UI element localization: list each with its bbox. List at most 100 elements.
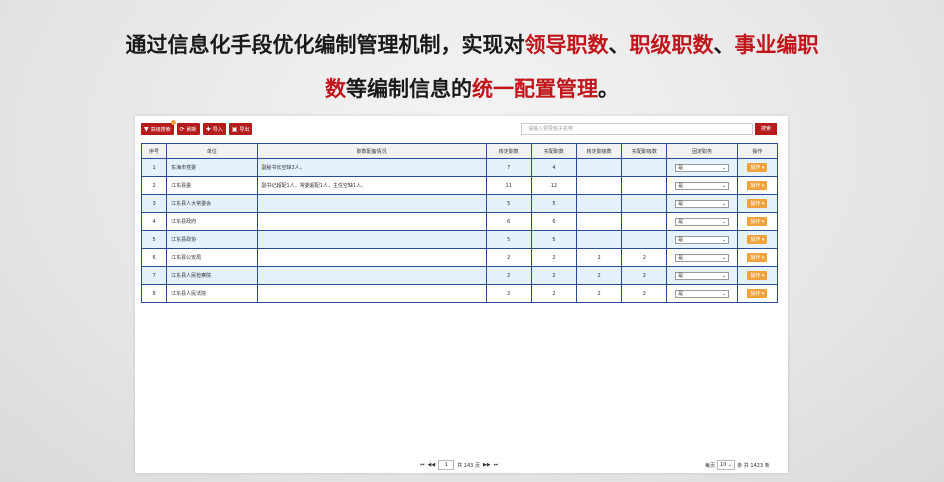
column-header: 操作 — [736, 143, 779, 159]
cell-fixed: 是 ⌄ — [666, 248, 738, 267]
app-panel: ▼ 高级搜索 ⟳ 刷新 ✚ 导入 ▣ 导出 请输入领导班子名称 搜索 序号 单位职… — [135, 116, 788, 473]
operation-button[interactable]: 操作 ▾ — [747, 217, 768, 226]
headline-segment: 领导职数 — [524, 33, 609, 57]
fixed-position-value: 是 — [678, 237, 684, 243]
cell-actual: 2 — [530, 266, 578, 285]
table-row: 2 江东县委 副书记超配1人，常委超配1人，主任空缺1人。 11 12 是 ⌄ 操作 ▾ — [140, 176, 779, 195]
next-page-icon[interactable]: ▶▶ — [483, 462, 491, 468]
plus-icon: ✚ — [205, 125, 211, 133]
operation-button[interactable]: 操作 ▾ — [747, 271, 768, 280]
operation-button[interactable]: 操作 ▾ — [747, 235, 768, 244]
cell-fixed: 是 ⌄ — [666, 284, 738, 303]
column-header: 实配职级数 — [621, 143, 668, 159]
cell-actual: 5 — [530, 230, 578, 249]
headline-line-2: 数等编制信息的统一配置管理。 — [0, 73, 944, 103]
table-row: 6 江东县公安局 2 2 2 2 是 ⌄ 操作 ▾ — [140, 248, 779, 267]
operation-label: 操作 — [750, 219, 761, 225]
operation-button[interactable]: 操作 ▾ — [747, 181, 768, 190]
caret-down-icon: ▾ — [761, 165, 765, 171]
cell-approved-rank — [576, 230, 623, 249]
fixed-position-select[interactable]: 是 ⌄ — [675, 163, 730, 172]
fixed-position-value: 是 — [678, 165, 684, 171]
cell-approved: 2 — [485, 266, 532, 285]
cell-no: 1 — [140, 158, 168, 177]
cell-approved-rank: 2 — [576, 248, 623, 267]
fixed-position-select[interactable]: 是 ⌄ — [675, 181, 730, 190]
cell-op: 操作 ▾ — [736, 212, 779, 231]
search-button[interactable]: 搜索 — [755, 123, 777, 135]
cell-approved: 2 — [485, 284, 532, 303]
fixed-position-select[interactable]: 是 ⌄ — [675, 199, 730, 208]
fixed-position-select[interactable]: 是 ⌄ — [675, 253, 730, 262]
per-page-label: 每页 — [705, 462, 716, 469]
chevron-down-icon: ⌄ — [721, 164, 727, 171]
fixed-position-value: 是 — [678, 273, 684, 279]
table-row: 8 江东县人民法院 2 2 2 2 是 ⌄ 操作 ▾ — [140, 284, 779, 303]
operation-button[interactable]: 操作 ▾ — [747, 199, 768, 208]
search-input[interactable]: 请输入领导班子名称 — [521, 123, 753, 135]
headline-segment: 等编制信息的 — [346, 77, 472, 101]
refresh-label: 刷新 — [186, 126, 197, 133]
data-table: 序号 单位 职数配备情况 核定职数 实配职数 核定职级数 实配职级数 固定职务 操作 1 东海市党… — [140, 143, 779, 303]
cell-status — [256, 284, 487, 303]
cell-approved-rank — [576, 212, 623, 231]
export-button[interactable]: ▣ 导出 — [228, 123, 253, 135]
export-label: 导出 — [239, 126, 250, 133]
operation-label: 操作 — [750, 273, 761, 279]
cell-op: 操作 ▾ — [736, 266, 779, 285]
table-row: 7 江东县人民检察院 2 2 2 2 是 ⌄ 操作 ▾ — [140, 266, 779, 285]
cell-fixed: 是 ⌄ — [666, 230, 738, 249]
cell-no: 3 — [140, 194, 168, 213]
cell-unit: 江东县委 — [166, 176, 258, 195]
cell-unit: 江东县人民检察院 — [166, 266, 258, 285]
cell-no: 4 — [140, 212, 168, 231]
cell-actual-rank: 2 — [621, 248, 668, 267]
cell-unit: 江东县人大常委会 — [166, 194, 258, 213]
fixed-position-select[interactable]: 是 ⌄ — [675, 289, 730, 298]
cell-fixed: 是 ⌄ — [666, 158, 738, 177]
last-page-icon[interactable]: ⏭ — [494, 462, 499, 468]
headline-segment: 事业编职 — [734, 33, 819, 57]
refresh-icon: ⟳ — [179, 125, 185, 133]
operation-label: 操作 — [750, 237, 761, 243]
cell-no: 6 — [140, 248, 168, 267]
cell-actual-rank — [621, 230, 668, 249]
cell-no: 5 — [140, 230, 168, 249]
page-size-select[interactable]: 10 ⌄ — [717, 460, 736, 470]
caret-down-icon: ▾ — [761, 219, 765, 225]
cell-actual-rank — [621, 212, 668, 231]
operation-label: 操作 — [750, 165, 761, 171]
fixed-position-select[interactable]: 是 ⌄ — [675, 235, 730, 244]
operation-label: 操作 — [750, 255, 761, 261]
cell-actual-rank: 2 — [621, 284, 668, 303]
operation-label: 操作 — [750, 183, 761, 189]
cell-status — [256, 248, 487, 267]
cell-approved: 6 — [485, 212, 532, 231]
cell-unit: 江东县人民法院 — [166, 284, 258, 303]
headline-line-1: 通过信息化手段优化编制管理机制，实现对领导职数、职级职数、事业编职 — [0, 29, 944, 59]
cell-no: 2 — [140, 176, 168, 195]
prev-page-icon[interactable]: ◀◀ — [428, 462, 436, 468]
operation-label: 操作 — [750, 291, 761, 297]
refresh-button[interactable]: ⟳ 刷新 — [176, 123, 200, 135]
cell-approved: 5 — [485, 194, 532, 213]
column-header: 核定职数 — [485, 143, 532, 159]
cell-actual-rank — [621, 158, 668, 177]
import-button[interactable]: ✚ 导入 — [202, 123, 226, 135]
fixed-position-value: 是 — [678, 291, 684, 297]
cell-actual: 12 — [530, 176, 578, 195]
table-header-row: 序号 单位 职数配备情况 核定职数 实配职数 核定职级数 实配职级数 固定职务 操作 — [140, 143, 779, 159]
fixed-position-select[interactable]: 是 ⌄ — [675, 217, 730, 226]
operation-button[interactable]: 操作 ▾ — [747, 289, 768, 298]
first-page-icon[interactable]: ⏮ — [420, 462, 425, 468]
cell-op: 操作 ▾ — [736, 176, 779, 195]
page-number-input[interactable]: 1 — [438, 460, 455, 470]
total-pages-text: 共 143 页 — [457, 462, 480, 469]
export-icon: ▣ — [231, 125, 238, 133]
operation-button[interactable]: 操作 ▾ — [747, 253, 768, 262]
fixed-position-select[interactable]: 是 ⌄ — [675, 271, 730, 280]
chevron-down-icon: ⌄ — [727, 462, 733, 468]
toolbar: ▼ 高级搜索 ⟳ 刷新 ✚ 导入 ▣ 导出 — [141, 120, 253, 135]
advanced-search-button[interactable]: ▼ 高级搜索 — [141, 120, 176, 135]
operation-button[interactable]: 操作 ▾ — [747, 163, 768, 172]
